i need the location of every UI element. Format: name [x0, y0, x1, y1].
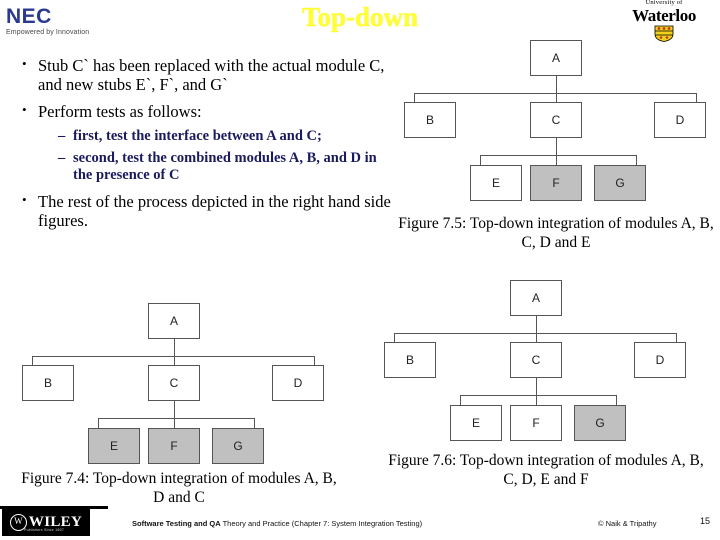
connector-line — [98, 418, 99, 428]
connector-line — [98, 418, 254, 419]
diagram-figure-7-5: A B C D E F G — [396, 32, 716, 210]
node-f: F — [510, 405, 562, 441]
node-g: G — [574, 405, 626, 441]
footer-page-number: 15 — [700, 516, 711, 526]
connector-line — [556, 138, 557, 165]
node-label: A — [531, 291, 540, 305]
connector-line — [460, 395, 616, 396]
sub-bullet-item-2: – second, test the combined modules A, B… — [58, 150, 392, 184]
node-c: C — [148, 365, 200, 401]
connector-line — [254, 418, 255, 428]
node-a: A — [148, 303, 200, 339]
node-f: F — [530, 165, 582, 201]
node-c: C — [530, 102, 582, 138]
node-label: D — [293, 376, 303, 390]
bullet-text-3: The rest of the process depicted in the … — [38, 191, 391, 231]
wiley-logo: W WILEY Publishers Since 1807 — [2, 509, 90, 536]
bullet-marker: • — [22, 56, 27, 71]
wiley-logo-tagline: Publishers Since 1807 — [24, 528, 64, 532]
node-label: C — [551, 113, 561, 127]
connector-line — [636, 155, 637, 165]
connector-line — [394, 333, 676, 334]
connector-line — [536, 378, 537, 405]
connector-line — [676, 333, 677, 342]
node-label: E — [471, 416, 480, 430]
connector-line — [314, 356, 315, 365]
connector-line — [32, 356, 314, 357]
node-label: E — [491, 176, 500, 190]
node-e: E — [450, 405, 502, 441]
node-label: A — [169, 314, 178, 328]
connector-line — [394, 333, 395, 342]
node-e: E — [470, 165, 522, 201]
node-label: F — [552, 176, 560, 190]
bullet-marker: • — [22, 191, 27, 207]
node-d: D — [654, 102, 706, 138]
node-c: C — [510, 342, 562, 378]
node-label: F — [532, 416, 540, 430]
node-label: B — [405, 353, 414, 367]
connector-line — [556, 76, 557, 102]
node-e: E — [88, 428, 140, 464]
slide: NEC Empowered by Innovation University o… — [0, 0, 720, 540]
node-g: G — [212, 428, 264, 464]
node-label: G — [233, 439, 243, 453]
node-label: G — [595, 416, 605, 430]
node-b: B — [22, 365, 74, 401]
node-d: D — [272, 365, 324, 401]
sub-bullet-marker: – — [58, 128, 66, 145]
node-label: D — [675, 113, 685, 127]
node-b: B — [384, 342, 436, 378]
node-a: A — [530, 40, 582, 76]
sub-bullet-marker: – — [58, 149, 66, 166]
caption-figure-7-5: Figure 7.5: Top-down integration of modu… — [398, 215, 714, 251]
node-a: A — [510, 280, 562, 316]
connector-line — [174, 401, 175, 428]
bullet-item-1: • Stub C` has been replaced with the act… — [14, 56, 392, 95]
node-f: F — [148, 428, 200, 464]
connector-line — [174, 339, 175, 365]
diagram-figure-7-6: A B C D E F G — [376, 272, 696, 450]
connector-line — [536, 316, 537, 342]
sub-bullet-item-1: – first, test the interface between A an… — [58, 128, 392, 145]
bullet-marker: • — [22, 101, 27, 117]
sub-bullet-text-2: second, test the combined modules A, B, … — [73, 149, 377, 183]
footer-book-title-rest: Theory and Practice (Chapter 7: System I… — [220, 519, 423, 528]
sub-bullet-text-1: first, test the interface between A and … — [73, 128, 322, 145]
page-title: Top-down — [301, 2, 419, 32]
connector-line — [32, 356, 33, 365]
connector-line — [480, 155, 636, 156]
node-label: E — [109, 439, 118, 453]
node-label: A — [551, 51, 560, 65]
caption-figure-7-6: Figure 7.6: Top-down integration of modu… — [388, 452, 704, 488]
bullet-list: • Stub C` has been replaced with the act… — [14, 56, 392, 238]
bullet-text-2: Perform tests as follows: — [38, 101, 202, 121]
node-label: G — [615, 176, 625, 190]
connector-line — [414, 93, 696, 94]
node-b: B — [404, 102, 456, 138]
footer-book-title: Software Testing and QA Theory and Pract… — [132, 519, 422, 528]
bullet-item-2: • Perform tests as follows: — [14, 102, 392, 121]
node-g: G — [594, 165, 646, 201]
footer-book-title-bold: Software Testing and QA — [132, 519, 221, 528]
bullet-item-3: • The rest of the process depicted in th… — [14, 192, 392, 231]
connector-line — [696, 93, 697, 102]
node-label: F — [170, 439, 178, 453]
sub-bullet-list: – first, test the interface between A an… — [14, 128, 392, 183]
diagram-figure-7-4: A B C D E F G — [14, 295, 334, 473]
node-d: D — [634, 342, 686, 378]
connector-line — [480, 155, 481, 165]
bullet-text-1: Stub C` has been replaced with the actua… — [38, 56, 385, 95]
footer-copyright: © Naik & Tripathy — [598, 519, 657, 528]
node-label: B — [43, 376, 52, 390]
node-label: C — [169, 376, 179, 390]
node-label: D — [655, 353, 665, 367]
caption-figure-7-4: Figure 7.4: Top-down integration of modu… — [21, 470, 337, 506]
node-label: C — [531, 353, 541, 367]
connector-line — [460, 395, 461, 405]
connector-line — [616, 395, 617, 405]
node-label: B — [425, 113, 434, 127]
connector-line — [414, 93, 415, 102]
